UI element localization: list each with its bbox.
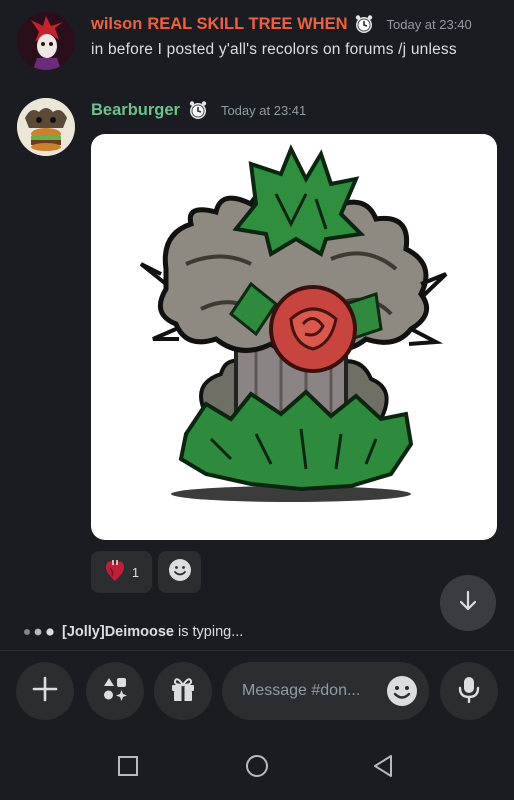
gift-icon (168, 674, 198, 709)
apps-icon (100, 674, 130, 709)
message-text: in before I posted y'all's recolors on f… (91, 41, 457, 58)
username-wilson[interactable]: wilson (91, 15, 142, 34)
avatar-wilson[interactable] (17, 12, 75, 70)
image-attachment[interactable] (91, 134, 497, 540)
recent-apps-icon[interactable] (117, 755, 139, 782)
apps-button[interactable] (86, 662, 144, 720)
system-navigation-bar (0, 730, 514, 800)
home-icon[interactable] (245, 754, 269, 783)
clock-badge-icon (354, 14, 374, 34)
add-attachment-button[interactable] (16, 662, 74, 720)
back-icon[interactable] (372, 754, 394, 783)
gift-button[interactable] (154, 662, 212, 720)
anatomical-heart-icon (104, 558, 126, 587)
typing-suffix: is typing... (178, 624, 244, 640)
microphone-icon (455, 675, 483, 708)
reaction-count: 1 (131, 564, 140, 580)
jump-to-bottom-button[interactable] (440, 575, 496, 631)
voice-message-button[interactable] (440, 662, 498, 720)
timestamp: Today at 23:41 (220, 102, 307, 118)
add-reaction-button[interactable] (158, 551, 201, 593)
message-input-container[interactable] (222, 662, 429, 720)
plus-icon (31, 675, 59, 708)
avatar-bearburger[interactable] (17, 98, 75, 156)
arrow-down-icon (456, 589, 480, 618)
typing-dots-icon (22, 627, 56, 637)
reaction-heart[interactable]: 1 (91, 551, 152, 593)
typing-user: [Jolly]Deimoose (62, 624, 174, 640)
emoji-picker-icon[interactable] (386, 675, 418, 707)
composer-divider (0, 650, 514, 651)
role-tag: REAL SKILL TREE WHEN (147, 14, 348, 33)
clock-badge-icon (188, 100, 208, 120)
message-input[interactable] (240, 681, 374, 701)
timestamp: Today at 23:40 (386, 16, 472, 32)
username-bearburger[interactable]: Bearburger (91, 101, 180, 120)
plant-creature-artwork (139, 144, 448, 502)
add-reaction-icon (168, 558, 192, 587)
